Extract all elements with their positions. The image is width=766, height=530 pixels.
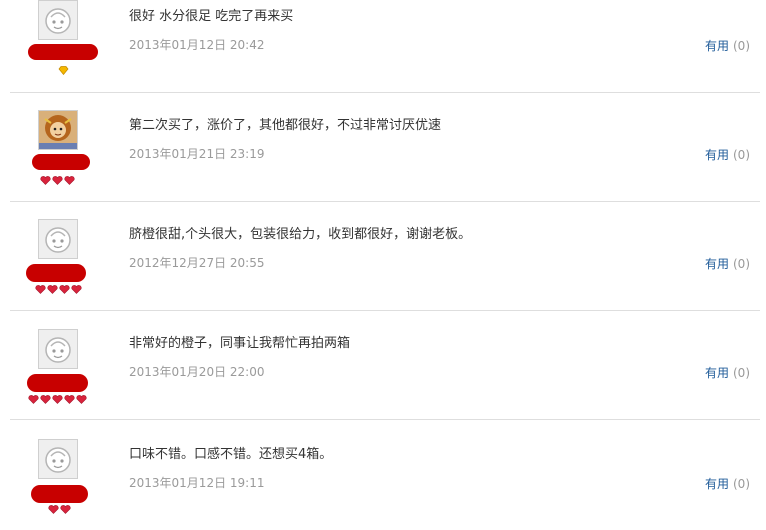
useful-button[interactable]: 有用 (0) xyxy=(705,37,750,54)
useful-count: (0) xyxy=(733,477,750,491)
yellow-diamond-icon xyxy=(58,66,68,75)
buyer-level-badges xyxy=(28,176,86,186)
useful-label[interactable]: 有用 xyxy=(705,39,729,53)
useful-count: (0) xyxy=(733,366,750,380)
red-heart-icon xyxy=(75,395,87,404)
red-heart-icon xyxy=(58,285,70,294)
review-date: 2013年01月12日 19:11 xyxy=(129,476,265,490)
review-item: 第二次买了，涨价了，其他都很好，不过非常讨厌优速 2013年01月21日 23:… xyxy=(10,93,760,202)
default-face-icon xyxy=(39,440,77,478)
red-heart-icon xyxy=(27,395,39,404)
user-avatar[interactable] xyxy=(38,439,78,479)
username-redacted xyxy=(28,44,98,60)
review-content: 脐橙很甜,个头很大，包装很给力，收到都很好，谢谢老板。 xyxy=(129,227,472,242)
useful-button[interactable]: 有用 (0) xyxy=(705,364,750,381)
user-avatar[interactable] xyxy=(38,329,78,369)
useful-count: (0) xyxy=(733,39,750,53)
review-item: 非常好的橙子，同事让我帮忙再拍两箱 2013年01月20日 22:00 有用 (0… xyxy=(10,311,760,420)
red-heart-icon xyxy=(39,176,51,185)
default-face-icon xyxy=(39,1,77,39)
username-redacted xyxy=(31,485,88,503)
review-content: 口味不错。口感不错。还想买4箱。 xyxy=(129,447,333,462)
review-date: 2012年12月27日 20:55 xyxy=(129,256,265,270)
user-avatar[interactable] xyxy=(38,219,78,259)
red-heart-icon xyxy=(34,285,46,294)
review-date: 2013年01月21日 23:19 xyxy=(129,147,265,161)
user-avatar[interactable] xyxy=(38,110,78,150)
review-content: 很好 水分很足 吃完了再来买 xyxy=(129,9,294,24)
useful-label[interactable]: 有用 xyxy=(705,366,729,380)
useful-label[interactable]: 有用 xyxy=(705,257,729,271)
review-date: 2013年01月12日 20:42 xyxy=(129,38,265,52)
monkey-king-photo-icon xyxy=(39,111,77,149)
useful-label[interactable]: 有用 xyxy=(705,148,729,162)
default-face-icon xyxy=(39,220,77,258)
red-heart-icon xyxy=(39,395,51,404)
red-heart-icon xyxy=(46,285,58,294)
review-content: 非常好的橙子，同事让我帮忙再拍两箱 xyxy=(129,336,351,351)
review-item: 很好 水分很足 吃完了再来买 2013年01月12日 20:42 有用 (0) xyxy=(10,0,760,93)
review-content: 第二次买了，涨价了，其他都很好，不过非常讨厌优速 xyxy=(129,118,442,133)
username-redacted xyxy=(26,264,86,282)
useful-label[interactable]: 有用 xyxy=(705,477,729,491)
username-redacted xyxy=(32,154,90,170)
red-heart-icon xyxy=(70,285,82,294)
red-heart-icon xyxy=(51,395,63,404)
buyer-level-badges xyxy=(31,505,88,515)
useful-count: (0) xyxy=(733,257,750,271)
username-redacted xyxy=(27,374,88,392)
buyer-level-badges xyxy=(28,66,98,76)
red-heart-icon xyxy=(51,176,63,185)
useful-button[interactable]: 有用 (0) xyxy=(705,146,750,163)
buyer-level-badges xyxy=(26,285,90,295)
useful-button[interactable]: 有用 (0) xyxy=(705,475,750,492)
red-heart-icon xyxy=(63,395,75,404)
review-item: 口味不错。口感不错。还想买4箱。 2013年01月12日 19:11 有用 (0) xyxy=(10,421,760,530)
useful-count: (0) xyxy=(733,148,750,162)
red-heart-icon xyxy=(63,176,75,185)
buyer-level-badges xyxy=(22,395,92,405)
user-avatar[interactable] xyxy=(38,0,78,40)
default-face-icon xyxy=(39,330,77,368)
review-date: 2013年01月20日 22:00 xyxy=(129,365,265,379)
useful-button[interactable]: 有用 (0) xyxy=(705,255,750,272)
review-item: 脐橙很甜,个头很大，包装很给力，收到都很好，谢谢老板。 2012年12月27日 … xyxy=(10,202,760,311)
